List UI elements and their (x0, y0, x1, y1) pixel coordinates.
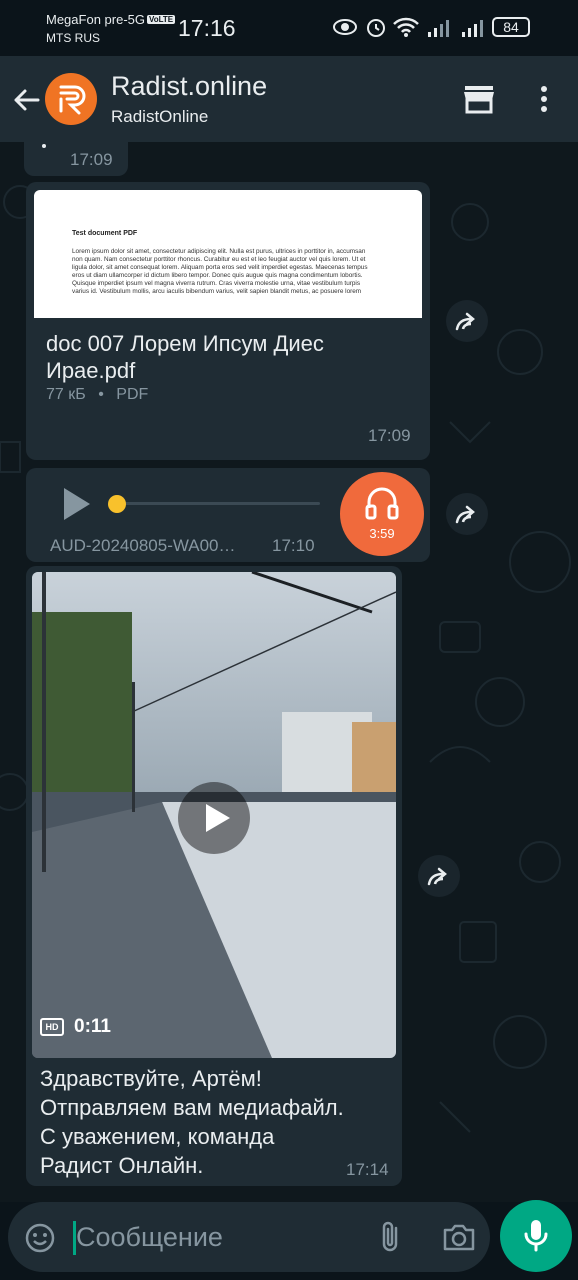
meta-separator: • (98, 386, 104, 403)
document-message[interactable]: Test document PDF Lorem ipsum dolor sit … (26, 182, 430, 460)
radist-logo-icon (59, 85, 86, 115)
play-icon (206, 804, 230, 832)
mic-button[interactable] (500, 1200, 572, 1272)
mic-icon (524, 1220, 548, 1252)
video-caption[interactable]: Здравствуйте, Артём! Отправляем вам меди… (40, 1064, 390, 1180)
battery-indicator: 84 (492, 17, 530, 37)
message-input[interactable]: Сообщение (76, 1222, 223, 1253)
caption-line: Радист Онлайн. (40, 1153, 204, 1178)
status-clock: 17:16 (178, 15, 236, 41)
alarm-icon (367, 19, 385, 37)
message-time: 17:09 (368, 426, 411, 445)
carrier-primary: MegaFon pre-5G VoLTE (46, 12, 176, 27)
eye-icon (333, 19, 357, 35)
camera-icon[interactable] (442, 1222, 476, 1252)
volte-badge: VoLTE (147, 15, 176, 24)
document-name[interactable]: doc 007 Лорем Ипсум Диес Ирае.pdf (46, 330, 406, 384)
video-message[interactable]: HD 0:11 Здравствуйте, Артём! Отправляем … (26, 566, 402, 1186)
document-preview[interactable]: Test document PDF Lorem ipsum dolor sit … (34, 190, 422, 318)
forward-icon (455, 312, 475, 331)
video-play-button[interactable] (178, 782, 250, 854)
hd-icon: HD (40, 1018, 64, 1036)
caption-line: С уважением, команда (40, 1124, 275, 1149)
signal-icon-2 (462, 20, 483, 37)
avatar[interactable] (45, 73, 97, 125)
caption-line: Отправляем вам медиафайл. (40, 1095, 344, 1120)
store-icon[interactable] (462, 84, 496, 114)
signal-icon-1 (428, 20, 449, 37)
forward-icon (427, 867, 447, 886)
chat-header: Radist.online RadistOnline (0, 56, 578, 142)
document-preview-text: Lorem ipsum dolor sit amet, consectetur … (72, 248, 368, 295)
audio-progress-handle[interactable] (108, 495, 126, 513)
status-bar: MegaFon pre-5G VoLTE MTS RUS 17:16 84 (0, 0, 578, 56)
forward-button[interactable] (446, 493, 488, 535)
wifi-icon (393, 17, 419, 37)
chat-subtitle[interactable]: RadistOnline (111, 107, 208, 127)
previous-message[interactable]: 17:09 (24, 142, 128, 176)
audio-duration: 3:59 (369, 526, 395, 541)
message-time: 17:09 (70, 150, 113, 169)
caption-line: Здравствуйте, Артём! (40, 1066, 262, 1091)
message-input-bar: Сообщение (8, 1202, 490, 1272)
forward-button[interactable] (446, 300, 488, 342)
audio-badge: 3:59 (340, 472, 424, 556)
emoji-icon[interactable] (24, 1222, 56, 1254)
document-size: 77 кБ (46, 386, 86, 403)
carrier-secondary: MTS RUS (46, 31, 100, 45)
back-arrow-icon[interactable] (10, 84, 42, 116)
document-type: PDF (116, 386, 149, 403)
list-bullet (42, 144, 46, 148)
audio-progress-track[interactable] (116, 502, 320, 505)
message-time: 17:10 (272, 536, 315, 555)
play-icon[interactable] (58, 486, 94, 522)
headphones-icon (365, 487, 399, 520)
forward-icon (455, 505, 475, 524)
document-preview-title: Test document PDF (72, 230, 138, 237)
chat-area[interactable]: 17:09 Test document PDF Lorem ipsum dolo… (0, 142, 578, 1202)
document-meta: 77 кБ • PDF (46, 386, 148, 404)
attach-icon[interactable] (376, 1220, 406, 1254)
chat-title[interactable]: Radist.online (111, 71, 267, 102)
audio-file-name: AUD-20240805-WA00… (50, 536, 236, 555)
video-duration: 0:11 (74, 1016, 111, 1037)
forward-button[interactable] (418, 855, 460, 897)
more-vert-icon[interactable] (530, 84, 558, 114)
message-time: 17:14 (346, 1160, 389, 1179)
